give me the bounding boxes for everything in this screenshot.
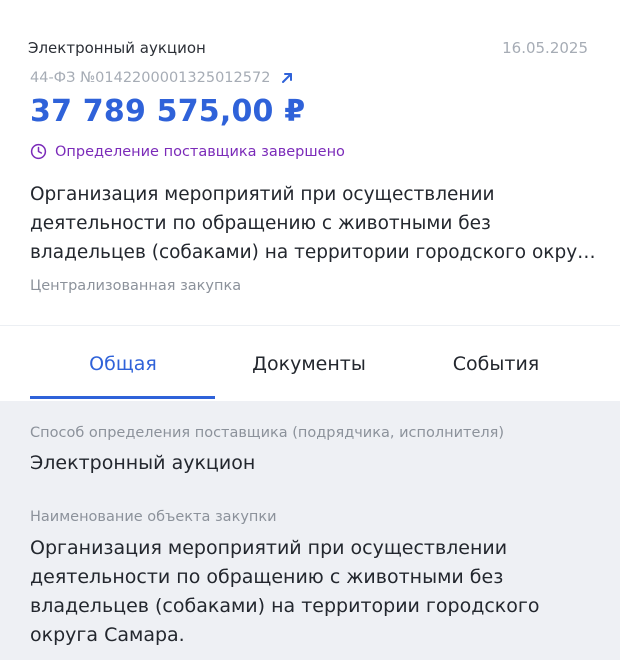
method-label: Способ определения поставщика (подрядчик… xyxy=(30,425,505,441)
procurement-title: Организация мероприятий при осуществлени… xyxy=(30,184,599,263)
active-tab-indicator xyxy=(30,396,215,399)
details-panel: Способ определения поставщика (подрядчик… xyxy=(0,401,620,660)
procurement-number[interactable]: 44-ФЗ №0142200001325012572 xyxy=(30,70,270,86)
procurement-type: Электронный аукцион xyxy=(28,39,206,57)
procurement-date: 16.05.2025 xyxy=(502,39,588,57)
tab-bar: Общая Документы События xyxy=(0,327,620,401)
tab-documents[interactable]: Документы xyxy=(216,327,402,401)
object-label: Наименование объекта закупки xyxy=(30,509,277,525)
procurement-price: 37 789 575,00 ₽ xyxy=(30,94,306,129)
procurement-tag: Централизованная закупка xyxy=(30,278,242,294)
method-value: Электронный аукцион xyxy=(30,452,256,474)
object-value: Организация мероприятий при осуществлени… xyxy=(30,537,540,646)
tab-events[interactable]: События xyxy=(403,327,589,401)
clock-icon xyxy=(30,143,47,160)
status-text: Определение поставщика завершено xyxy=(55,143,345,160)
procurement-number-row[interactable]: 44-ФЗ №0142200001325012572 xyxy=(30,70,294,86)
status-row: Определение поставщика завершено xyxy=(30,143,345,160)
procurement-card[interactable]: Электронный аукцион 16.05.2025 44-ФЗ №01… xyxy=(0,0,620,326)
arrow-up-right-icon[interactable] xyxy=(280,71,294,85)
tab-general[interactable]: Общая xyxy=(30,327,216,401)
